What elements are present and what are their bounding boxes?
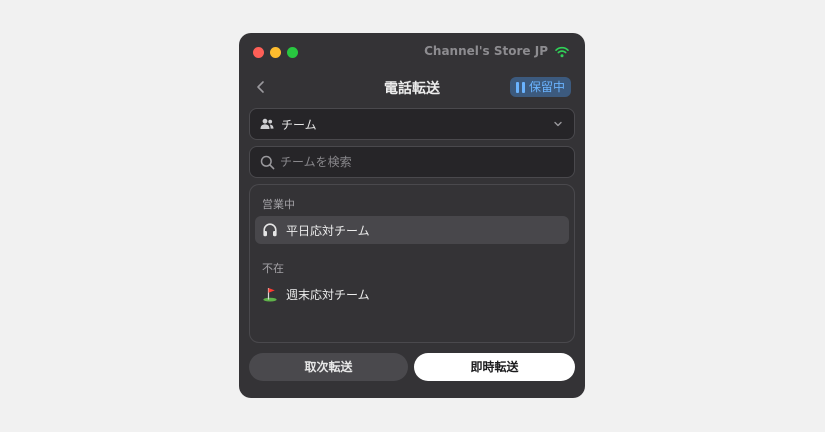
close-window-button[interactable] xyxy=(253,47,264,58)
chevron-down-icon xyxy=(554,121,562,127)
store-name: Channel's Store JP xyxy=(424,44,548,58)
headphones-icon xyxy=(263,223,277,237)
team-type-select[interactable]: チーム xyxy=(249,108,575,140)
team-item-label: 平日応対チーム xyxy=(286,224,370,238)
team-list: 営業中 平日応対チーム 不在 週末応対チーム xyxy=(249,184,575,343)
title-bar: Channel's Store JP xyxy=(239,33,585,71)
hold-status-badge[interactable]: 保留中 xyxy=(509,77,571,97)
pause-icon xyxy=(515,81,525,93)
phone-transfer-window: Channel's Store JP 電話転送 保留中 チーム チームを検索 営… xyxy=(239,33,585,398)
team-select-value: チーム xyxy=(281,118,317,132)
maximize-window-button[interactable] xyxy=(287,47,298,58)
wifi-icon xyxy=(555,46,569,58)
warm-transfer-button[interactable]: 取次転送 xyxy=(249,353,408,381)
search-icon xyxy=(260,155,275,170)
team-item-weekend[interactable]: 週末応対チーム xyxy=(255,280,569,308)
hold-badge-label: 保留中 xyxy=(528,80,565,94)
team-item-label: 週末応対チーム xyxy=(286,288,370,302)
people-icon xyxy=(260,118,274,129)
team-item-weekday[interactable]: 平日応対チーム xyxy=(255,216,569,244)
nav-bar: 電話転送 保留中 xyxy=(239,73,585,101)
team-search xyxy=(249,146,575,178)
instant-transfer-button[interactable]: 即時転送 xyxy=(414,353,575,381)
golf-flag-icon xyxy=(263,288,277,302)
section-label-open: 営業中 xyxy=(262,198,295,211)
minimize-window-button[interactable] xyxy=(270,47,281,58)
search-input[interactable] xyxy=(280,152,560,172)
section-label-away: 不在 xyxy=(262,262,284,275)
